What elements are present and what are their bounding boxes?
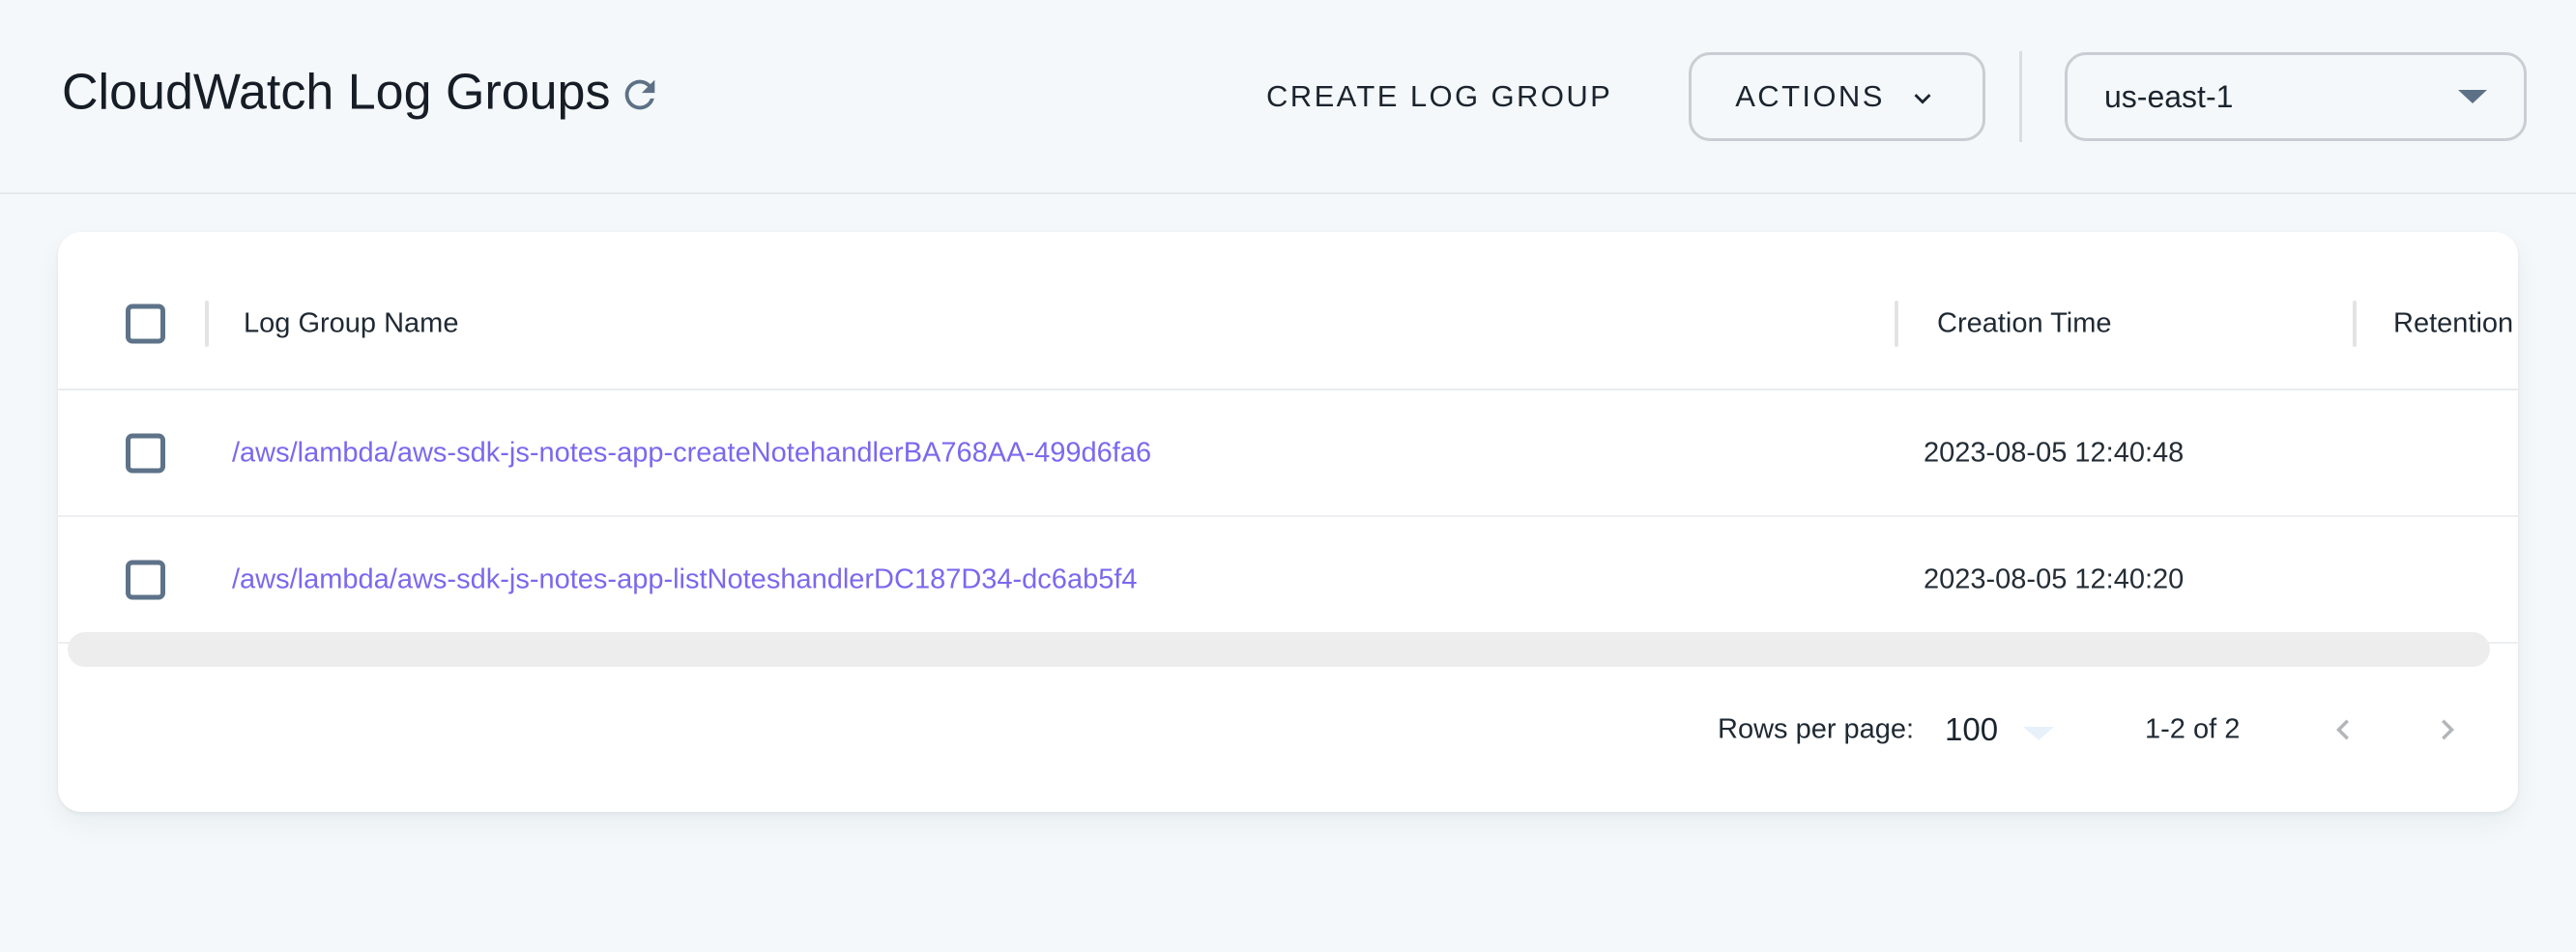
region-select[interactable]: us-east-1 <box>2065 52 2527 141</box>
column-header-retention[interactable]: Retention <box>2393 308 2513 340</box>
chevron-right-icon <box>2427 709 2468 750</box>
previous-page-button[interactable] <box>2308 695 2378 764</box>
refresh-icon <box>618 72 662 117</box>
table-row: /aws/lambda/aws-sdk-js-notes-app-listNot… <box>58 517 2518 644</box>
refresh-button[interactable] <box>613 68 667 122</box>
horizontal-scrollbar-thumb[interactable] <box>68 632 2490 667</box>
rows-per-page-label: Rows per page: <box>1718 714 1914 746</box>
column-separator <box>1895 301 1898 347</box>
row-checkbox[interactable] <box>126 560 165 599</box>
actions-button-label: ACTIONS <box>1735 79 1885 114</box>
select-all-checkbox[interactable] <box>126 304 165 344</box>
creation-time-cell: 2023-08-05 12:40:20 <box>1924 563 2184 595</box>
dropdown-arrow-icon <box>2458 90 2487 103</box>
log-groups-card: Log Group Name Creation Time Retention /… <box>58 232 2518 812</box>
pagination-range: 1-2 of 2 <box>2145 714 2240 746</box>
chevron-left-icon <box>2323 709 2363 750</box>
region-select-value: us-east-1 <box>2104 79 2233 115</box>
log-group-link[interactable]: /aws/lambda/aws-sdk-js-notes-app-createN… <box>232 437 1151 469</box>
column-header-creation-time[interactable]: Creation Time <box>1937 308 2112 340</box>
actions-button[interactable]: ACTIONS <box>1689 52 1985 141</box>
column-header-log-group-name[interactable]: Log Group Name <box>244 308 458 340</box>
rows-per-page-select[interactable]: 100 <box>1945 711 2054 748</box>
column-separator <box>205 301 209 347</box>
create-log-group-button[interactable]: CREATE LOG GROUP <box>1247 60 1632 133</box>
chevron-down-icon <box>1906 82 1939 115</box>
page-title: CloudWatch Log Groups <box>62 64 610 122</box>
rows-per-page-value: 100 <box>1945 711 1998 748</box>
page-header: CloudWatch Log Groups CREATE LOG GROUP A… <box>0 0 2576 194</box>
rows-per-page-dropdown-icon <box>2023 727 2054 740</box>
column-separator <box>2353 301 2357 347</box>
creation-time-cell: 2023-08-05 12:40:48 <box>1924 437 2184 469</box>
log-group-link[interactable]: /aws/lambda/aws-sdk-js-notes-app-listNot… <box>232 563 1138 595</box>
table-header-row: Log Group Name Creation Time Retention <box>58 232 2518 390</box>
next-page-button[interactable] <box>2413 695 2482 764</box>
row-checkbox[interactable] <box>126 433 165 473</box>
table-row: /aws/lambda/aws-sdk-js-notes-app-createN… <box>58 390 2518 517</box>
header-divider <box>2019 51 2022 142</box>
